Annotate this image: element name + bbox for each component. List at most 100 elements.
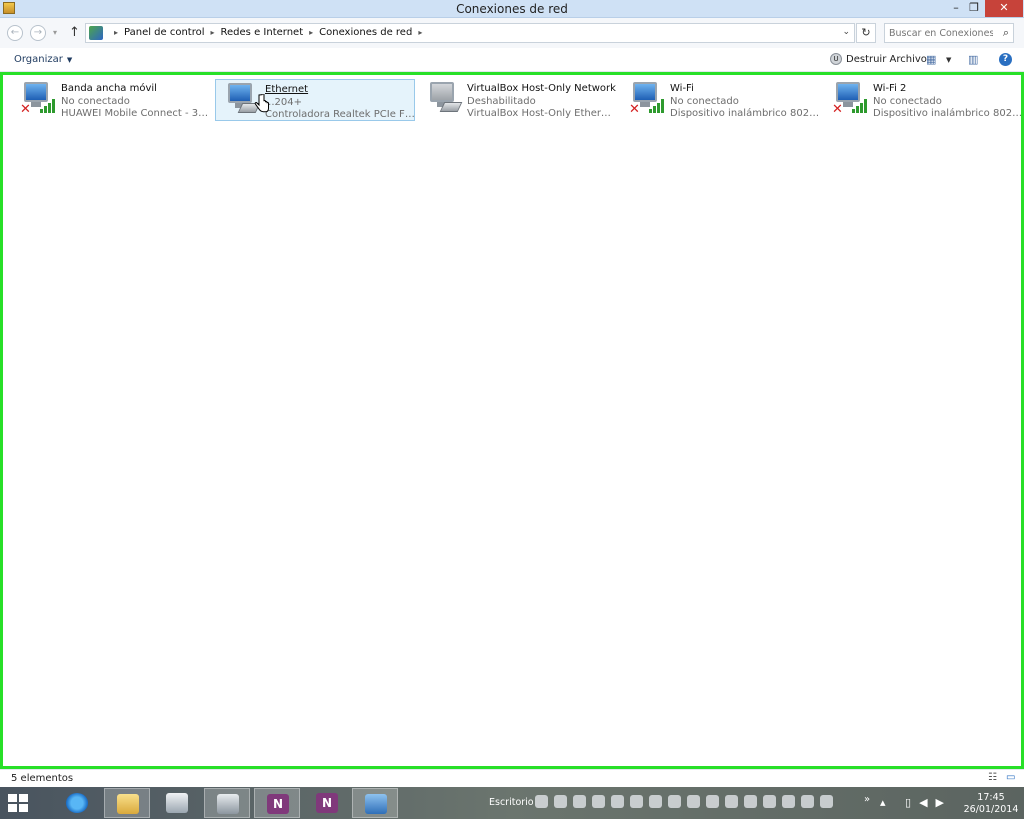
- up-button[interactable]: ↑: [69, 25, 80, 40]
- quick-launch-icon[interactable]: [573, 795, 586, 808]
- breadcrumb: ▸ Panel de control ▸ Redes e Internet ▸ …: [108, 27, 428, 38]
- quick-launch-icons: [535, 791, 839, 808]
- performance-monitor-icon: [166, 793, 188, 813]
- screen-recorder-icon: [217, 794, 239, 814]
- quick-launch-icon[interactable]: [592, 795, 605, 808]
- recent-locations-dropdown[interactable]: ▾: [53, 28, 57, 37]
- hand-cursor-icon: [254, 94, 269, 113]
- desktop-toolbar-label[interactable]: Escritorio: [489, 797, 534, 808]
- destruir-archivo-label: Destruir Archivo: [846, 53, 927, 65]
- breadcrumb-redes-e-internet[interactable]: Redes e Internet: [221, 27, 304, 38]
- windows-start-icon[interactable]: [8, 794, 30, 813]
- help-icon[interactable]: ?: [999, 53, 1012, 66]
- connection-status: No conectado: [873, 95, 942, 107]
- connection-virtualbox-host-only[interactable]: VirtualBox Host-Only Network Deshabilita…: [418, 79, 618, 121]
- connection-device: Controladora Realtek PCIe FE Fa...: [265, 109, 415, 120]
- quick-launch-icon[interactable]: [801, 795, 814, 808]
- connection-name: Banda ancha móvil: [61, 83, 157, 94]
- organize-menu[interactable]: Organizar ▼: [14, 54, 72, 65]
- caret-down-icon: ▼: [66, 56, 73, 64]
- quick-launch-icon[interactable]: [820, 795, 833, 808]
- organize-label: Organizar: [14, 54, 63, 65]
- shredder-icon: U: [830, 53, 842, 65]
- connection-name: VirtualBox Host-Only Network: [467, 83, 616, 94]
- details-view-icon[interactable]: ☷: [988, 772, 997, 783]
- connection-name: Ethernet: [265, 84, 309, 95]
- quick-launch-icon[interactable]: [706, 795, 719, 808]
- quick-launch-icon[interactable]: [649, 795, 662, 808]
- quick-launch-icon[interactable]: [668, 795, 681, 808]
- address-bar[interactable]: ▸ Panel de control ▸ Redes e Internet ▸ …: [85, 23, 855, 43]
- control-panel-icon: [89, 26, 103, 40]
- connection-device: HUAWEI Mobile Connect - 3G Ne...: [61, 108, 211, 119]
- refresh-button[interactable]: ↻: [856, 23, 876, 43]
- command-bar: Organizar ▼ U Destruir Archivo ▦ ▼ ▥ ?: [0, 48, 1024, 72]
- taskbar-internet-explorer[interactable]: [54, 788, 100, 818]
- breadcrumb-separator-icon[interactable]: ▸: [309, 28, 313, 37]
- back-button[interactable]: ←: [7, 25, 23, 41]
- address-history-dropdown-icon[interactable]: ⌄: [842, 27, 850, 37]
- tray-caret-icon[interactable]: ▴: [880, 796, 894, 809]
- search-box[interactable]: ⌕: [884, 23, 1014, 43]
- taskbar-performance-monitor[interactable]: [154, 788, 200, 818]
- disconnected-x-icon: ✕: [629, 102, 640, 117]
- connection-status: Deshabilitado: [467, 95, 536, 107]
- forward-button[interactable]: →: [30, 25, 46, 41]
- connection-banda-ancha-movil[interactable]: ✕ Banda ancha móvil No conectado HUAWEI …: [12, 79, 212, 121]
- quick-launch-icon[interactable]: [725, 795, 738, 808]
- connection-ethernet[interactable]: Ethernet ...204+ Controladora Realtek PC…: [215, 79, 415, 121]
- clock-time: 17:45: [977, 792, 1005, 803]
- status-bar: 5 elementos ☷ ▭: [0, 769, 1024, 787]
- connection-device: Dispositivo inalámbrico 802.11b/...: [670, 108, 820, 119]
- tray-system-icons[interactable]: ▯◀▶: [905, 796, 952, 809]
- taskbar-screen-recorder[interactable]: [204, 788, 250, 818]
- breadcrumb-conexiones-de-red[interactable]: Conexiones de red: [319, 27, 412, 38]
- connection-status: ...204+: [265, 96, 303, 108]
- connection-wifi[interactable]: ✕ Wi-Fi No conectado Dispositivo inalámb…: [621, 79, 821, 121]
- breadcrumb-separator-icon[interactable]: ▸: [114, 28, 118, 37]
- title-bar: Conexiones de red – ❐ ✕: [0, 0, 1024, 18]
- disconnected-x-icon: ✕: [832, 102, 843, 117]
- wireless-icon: ✕: [832, 82, 868, 116]
- folder-icon: [117, 794, 139, 814]
- restore-button[interactable]: ❐: [962, 0, 986, 17]
- item-count: 5 elementos: [11, 773, 74, 784]
- taskbar-file-explorer[interactable]: [104, 788, 150, 818]
- close-button[interactable]: ✕: [985, 0, 1023, 17]
- connection-status: No conectado: [670, 95, 739, 107]
- onenote-icon: N: [267, 794, 289, 814]
- quick-launch-icon[interactable]: [763, 795, 776, 808]
- connection-device: VirtualBox Host-Only Ethernet Ad...: [467, 108, 617, 119]
- connection-wifi-2[interactable]: ✕ Wi-Fi 2 No conectado Dispositivo inalá…: [824, 79, 1024, 121]
- breadcrumb-panel-de-control[interactable]: Panel de control: [124, 27, 205, 38]
- connection-status: No conectado: [61, 95, 130, 107]
- search-icon[interactable]: ⌕: [1003, 26, 1009, 40]
- preview-pane-icon[interactable]: ▥: [968, 53, 978, 66]
- view-options-dropdown-icon[interactable]: ▼: [946, 56, 951, 64]
- taskbar-onenote[interactable]: N: [254, 788, 300, 818]
- quick-launch-icon[interactable]: [554, 795, 567, 808]
- quick-launch-icon[interactable]: [535, 795, 548, 808]
- quick-launch-icon[interactable]: [611, 795, 624, 808]
- quick-launch-icon[interactable]: [630, 795, 643, 808]
- toolbar-expand-icon[interactable]: »: [864, 794, 870, 805]
- breadcrumb-separator-icon[interactable]: ▸: [418, 28, 422, 37]
- search-input[interactable]: [889, 26, 993, 40]
- quick-launch-icon[interactable]: [782, 795, 795, 808]
- change-view-icon[interactable]: ▦: [926, 53, 936, 66]
- taskbar-onenote-tool[interactable]: N: [304, 788, 350, 818]
- tiles-view-icon[interactable]: ▭: [1006, 772, 1015, 783]
- system-tray[interactable]: ▴ ▯◀▶: [880, 796, 952, 809]
- internet-explorer-icon: [66, 793, 88, 813]
- window-title: Conexiones de red: [456, 2, 568, 16]
- breadcrumb-separator-icon[interactable]: ▸: [211, 28, 215, 37]
- destruir-archivo-button[interactable]: U Destruir Archivo: [830, 53, 927, 65]
- quick-launch-icon[interactable]: [687, 795, 700, 808]
- clock[interactable]: 17:45 26/01/2014: [962, 792, 1020, 816]
- disconnected-x-icon: ✕: [20, 102, 31, 117]
- quick-launch-icon[interactable]: [744, 795, 757, 808]
- taskbar: N N Escritorio » ▴ ▯◀▶ 17:45 26/01/2014: [0, 787, 1024, 819]
- connections-view[interactable]: ✕ Banda ancha móvil No conectado HUAWEI …: [0, 72, 1024, 769]
- taskbar-network-connections[interactable]: [352, 788, 398, 818]
- connection-name: Wi-Fi 2: [873, 83, 907, 94]
